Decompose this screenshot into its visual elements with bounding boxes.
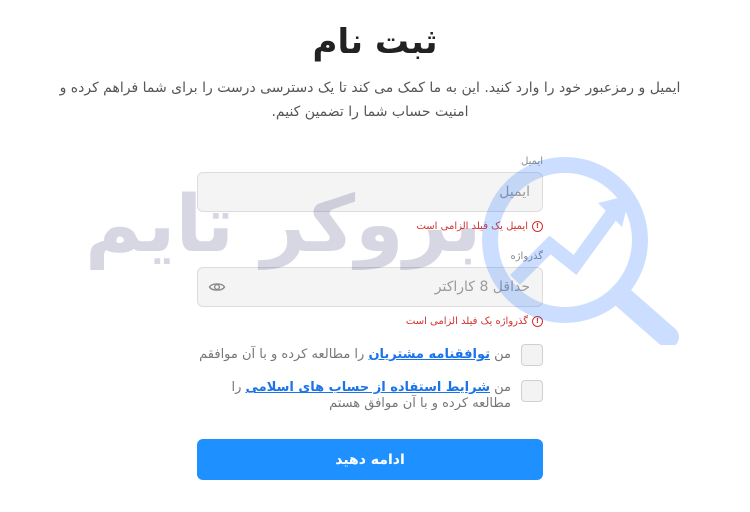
email-field[interactable] bbox=[198, 173, 542, 211]
page-subtitle: ایمیل و رمزعبور خود را وارد کنید. این به… bbox=[59, 80, 681, 120]
agreement-prefix: من bbox=[490, 380, 511, 395]
page-title: ثبت نام bbox=[312, 22, 438, 62]
password-error-text: گذرواژه یک فیلد الزامی است bbox=[405, 316, 528, 327]
islamic-agreement-row: من شرایط استفاده از حساب های اسلامی را م… bbox=[198, 380, 543, 412]
eye-icon[interactable] bbox=[208, 278, 226, 296]
continue-button[interactable]: ادامه دهید bbox=[197, 439, 543, 480]
islamic-agreement-checkbox[interactable] bbox=[521, 380, 543, 402]
islamic-agreement-link[interactable]: شرایط استفاده از حساب های اسلامی bbox=[246, 380, 491, 395]
email-label: ایمیل bbox=[521, 156, 543, 167]
customer-agreement-checkbox[interactable] bbox=[521, 344, 543, 366]
password-label: گذرواژه bbox=[510, 251, 543, 262]
password-error: ! گذرواژه یک فیلد الزامی است bbox=[406, 316, 543, 327]
email-error: ! ایمیل یک فیلد الزامی است bbox=[416, 221, 543, 232]
customer-agreement-row: من توافقنامه مشتریان را مطالعه کرده و با… bbox=[198, 344, 543, 366]
email-field-wrapper bbox=[197, 172, 543, 212]
islamic-agreement-text: من شرایط استفاده از حساب های اسلامی را م… bbox=[201, 380, 511, 412]
customer-agreement-link[interactable]: توافقنامه مشتریان bbox=[368, 347, 490, 362]
error-circle-icon: ! bbox=[532, 221, 543, 232]
email-error-text: ایمیل یک فیلد الزامی است bbox=[416, 221, 528, 232]
agreement-suffix: را مطالعه کرده و با آن موافقم bbox=[199, 347, 369, 362]
password-field-wrapper bbox=[197, 267, 543, 307]
error-circle-icon: ! bbox=[532, 316, 543, 327]
agreement-prefix: من bbox=[490, 347, 511, 362]
signup-page: ثبت نام ایمیل و رمزعبور خود را وارد کنید… bbox=[0, 0, 750, 512]
password-field[interactable] bbox=[198, 268, 542, 306]
customer-agreement-text: من توافقنامه مشتریان را مطالعه کرده و با… bbox=[199, 347, 511, 363]
